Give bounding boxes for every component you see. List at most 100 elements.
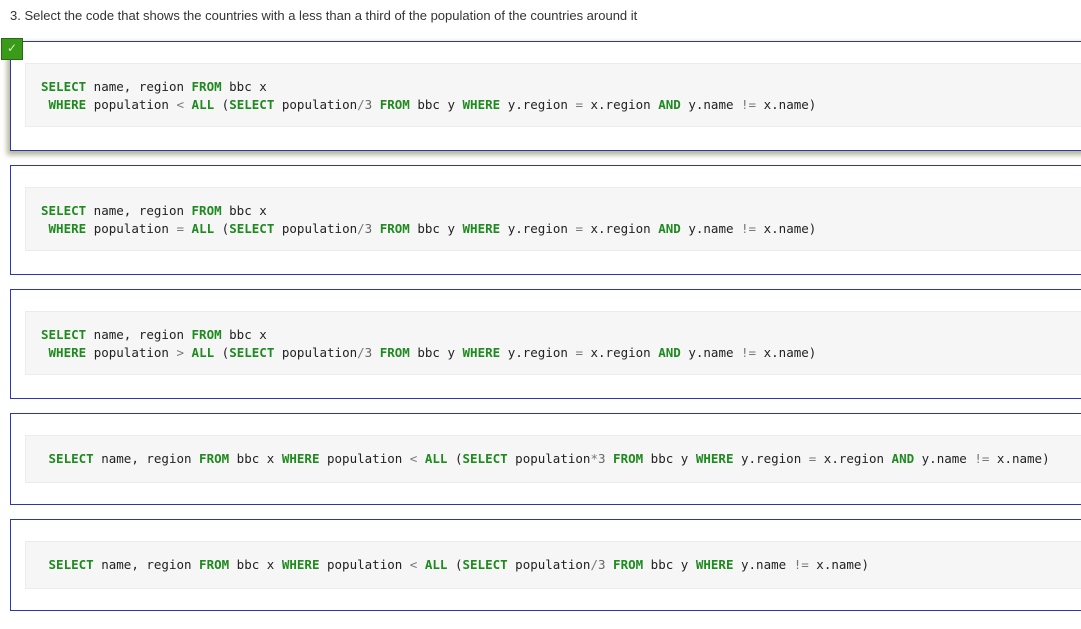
sql-text: population xyxy=(507,557,591,572)
code-line: WHERE population < ALL (SELECT populatio… xyxy=(41,96,817,114)
code-block: SELECT name, region FROM bbc x WHERE pop… xyxy=(25,435,1081,483)
sql-text: population xyxy=(274,97,358,112)
sql-keyword: SELECT xyxy=(41,327,87,342)
sql-keyword: SELECT xyxy=(48,451,94,466)
sql-text: population xyxy=(86,345,177,360)
sql-operator: = xyxy=(575,221,583,236)
sql-text: name, region xyxy=(86,203,192,218)
sql-keyword: AND xyxy=(891,451,915,466)
sql-text: x.name) xyxy=(756,97,817,112)
sql-text: bbc y xyxy=(643,451,696,466)
sql-text: bbc x xyxy=(229,451,282,466)
sql-text: name, region xyxy=(93,451,200,466)
sql-text: bbc y xyxy=(409,221,463,236)
sql-keyword: FROM xyxy=(191,79,222,94)
code-block: SELECT name, region FROM bbc x WHERE pop… xyxy=(25,63,1081,127)
sql-keyword: SELECT xyxy=(48,557,94,572)
sql-text: ( xyxy=(214,345,230,360)
sql-keyword: FROM xyxy=(379,221,410,236)
sql-keyword: FROM xyxy=(199,451,230,466)
sql-text: ( xyxy=(447,557,463,572)
code-line: SELECT name, region FROM bbc x WHERE pop… xyxy=(41,556,869,574)
sql-text: x.name) xyxy=(756,221,817,236)
sql-text: population xyxy=(319,451,410,466)
answer-option-4[interactable]: SELECT name, region FROM bbc x WHERE pop… xyxy=(10,413,1081,505)
sql-keyword: FROM xyxy=(191,203,222,218)
sql-text: x.region xyxy=(582,97,659,112)
code-block: SELECT name, region FROM bbc x WHERE pop… xyxy=(25,187,1081,251)
answer-option-2[interactable]: SELECT name, region FROM bbc x WHERE pop… xyxy=(10,165,1081,275)
code-line: SELECT name, region FROM bbc x xyxy=(41,326,267,344)
sql-keyword: WHERE xyxy=(462,221,501,236)
sql-keyword: AND xyxy=(658,221,681,236)
check-icon: ✓ xyxy=(1,38,23,60)
sql-keyword: ALL xyxy=(191,345,215,360)
sql-text: population xyxy=(274,221,358,236)
sql-operator: != xyxy=(741,97,757,112)
code-line: WHERE population = ALL (SELECT populatio… xyxy=(41,220,817,238)
sql-operator: = xyxy=(575,97,583,112)
sql-text: y.region xyxy=(500,97,576,112)
sql-text: y.name xyxy=(733,557,794,572)
sql-keyword: AND xyxy=(658,345,681,360)
sql-text: name, region xyxy=(86,327,192,342)
sql-text: bbc x xyxy=(229,557,282,572)
sql-operator: != xyxy=(974,451,990,466)
sql-keyword: WHERE xyxy=(695,557,734,572)
sql-keyword: SELECT xyxy=(229,97,275,112)
code-line: SELECT name, region FROM bbc x xyxy=(41,202,267,220)
sql-text: x.name) xyxy=(808,557,869,572)
sql-text: name, region xyxy=(93,557,200,572)
sql-operator: != xyxy=(741,221,757,236)
sql-text: x.region xyxy=(816,451,892,466)
sql-keyword: WHERE xyxy=(48,345,87,360)
sql-number: 3 xyxy=(597,451,606,466)
sql-keyword: ALL xyxy=(191,221,215,236)
answer-option-3[interactable]: SELECT name, region FROM bbc x WHERE pop… xyxy=(10,289,1081,399)
sql-keyword: FROM xyxy=(191,327,222,342)
code-line: SELECT name, region FROM bbc x WHERE pop… xyxy=(41,450,1050,468)
sql-text: population xyxy=(319,557,410,572)
sql-text: y.region xyxy=(500,221,576,236)
code-block: SELECT name, region FROM bbc x WHERE pop… xyxy=(25,311,1081,375)
sql-text: x.name) xyxy=(989,451,1050,466)
sql-text: bbc y xyxy=(643,557,696,572)
sql-operator: / xyxy=(357,221,365,236)
sql-keyword: WHERE xyxy=(281,557,320,572)
sql-text: y.name xyxy=(680,221,742,236)
sql-text: population xyxy=(507,451,591,466)
sql-operator: < xyxy=(176,97,185,112)
sql-keyword: ALL xyxy=(424,557,448,572)
sql-text: name, region xyxy=(86,79,192,94)
sql-text: y.name xyxy=(680,345,742,360)
code-block: SELECT name, region FROM bbc x WHERE pop… xyxy=(25,541,1081,589)
answer-option-1[interactable]: ✓ SELECT name, region FROM bbc x WHERE p… xyxy=(1,38,1081,151)
sql-operator: != xyxy=(741,345,757,360)
answer-option-5[interactable]: SELECT name, region FROM bbc x WHERE pop… xyxy=(10,519,1081,611)
sql-keyword: SELECT xyxy=(41,79,87,94)
sql-keyword: ALL xyxy=(191,97,215,112)
sql-operator: * xyxy=(590,451,598,466)
code-line: WHERE population > ALL (SELECT populatio… xyxy=(41,344,817,362)
sql-keyword: WHERE xyxy=(281,451,320,466)
sql-text: ( xyxy=(214,97,230,112)
sql-operator: / xyxy=(590,557,598,572)
sql-text: y.region xyxy=(733,451,809,466)
sql-text: x.region xyxy=(582,345,659,360)
sql-text: ( xyxy=(214,221,230,236)
sql-operator: / xyxy=(357,97,365,112)
sql-text: y.region xyxy=(500,345,576,360)
sql-text: y.name xyxy=(914,451,975,466)
sql-text: bbc x xyxy=(221,203,267,218)
